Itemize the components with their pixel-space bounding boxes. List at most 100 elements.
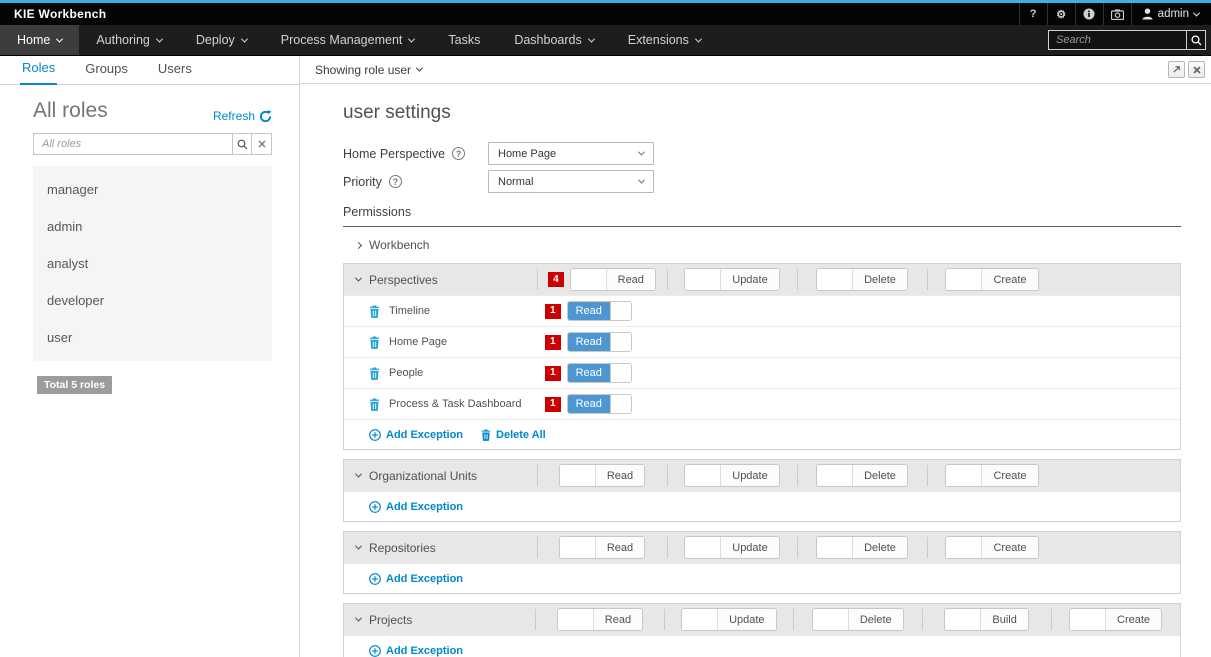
close-icon (258, 140, 266, 148)
role-list-item[interactable]: user (33, 319, 272, 356)
tab-roles[interactable]: Roles (20, 60, 57, 85)
toggle-create[interactable]: Create (945, 536, 1038, 559)
trash-icon[interactable] (369, 336, 380, 349)
toggle-update[interactable]: Update (684, 464, 779, 487)
help-icon[interactable]: ? (389, 175, 402, 188)
toggle-build[interactable]: Build (944, 608, 1028, 631)
nav-item-extensions[interactable]: Extensions (611, 25, 718, 55)
refresh-link[interactable]: Refresh (213, 109, 272, 123)
toggle-delete[interactable]: Delete (816, 536, 908, 559)
section-perspectives-toggle[interactable]: Perspectives (344, 264, 537, 295)
chevron-down-icon (355, 471, 362, 478)
section-organizational-units: Organizational Units Read Update Delete … (343, 459, 1181, 522)
search-icon (237, 139, 248, 150)
search-input[interactable] (1048, 30, 1186, 50)
section-projects-toggle[interactable]: Projects (344, 604, 535, 635)
chevron-down-icon (355, 615, 362, 622)
total-roles-badge: Total 5 roles (37, 376, 112, 394)
toggle-read[interactable]: Read (567, 332, 632, 352)
chevron-down-icon (408, 35, 415, 42)
home-perspective-select[interactable]: Home Page (488, 142, 654, 165)
tab-users[interactable]: Users (156, 61, 194, 84)
user-menu[interactable]: admin (1131, 3, 1211, 25)
plus-circle-icon (369, 645, 381, 657)
exception-row: Timeline 1 Read (344, 295, 1180, 326)
roles-filter-input[interactable] (33, 133, 232, 155)
toggle-create[interactable]: Create (945, 268, 1038, 291)
chevron-down-icon (156, 35, 163, 42)
filter-clear-button[interactable] (252, 133, 272, 155)
expand-icon (1172, 65, 1181, 74)
role-list-item[interactable]: admin (33, 208, 272, 245)
priority-select[interactable]: Normal (488, 170, 654, 193)
toggle-read[interactable]: Read (567, 394, 632, 414)
section-projects: Projects Read Update Delete Build Create (343, 603, 1181, 657)
section-organizational-units-toggle[interactable]: Organizational Units (344, 460, 537, 491)
toggle-read[interactable]: Read (559, 536, 645, 559)
main-navbar: Home Authoring Deploy Process Management… (0, 25, 1211, 56)
add-exception-link[interactable]: Add Exception (369, 573, 463, 585)
search-button[interactable] (1186, 30, 1206, 50)
masthead-actions: ? ⚙ admin (1019, 3, 1211, 25)
role-list: manager admin analyst developer user (33, 166, 272, 361)
toggle-read[interactable]: Read (559, 464, 645, 487)
tree-node-workbench[interactable]: Workbench (343, 227, 1181, 263)
chevron-right-icon (355, 241, 362, 248)
chevron-down-icon (1193, 9, 1200, 16)
toggle-delete[interactable]: Delete (816, 268, 908, 291)
plus-circle-icon (369, 573, 381, 585)
info-icon[interactable] (1075, 3, 1103, 25)
nav-item-deploy[interactable]: Deploy (179, 25, 264, 55)
toggle-read[interactable]: Read (567, 363, 632, 383)
add-exception-link[interactable]: Add Exception (369, 645, 463, 657)
user-name: admin (1158, 8, 1189, 20)
exception-row: Home Page 1 Read (344, 326, 1180, 357)
chevron-down-icon (416, 65, 423, 72)
exception-count-badge: 4 (548, 272, 564, 287)
toggle-update[interactable]: Update (681, 608, 776, 631)
expand-button[interactable] (1168, 61, 1185, 78)
role-list-item[interactable]: manager (33, 171, 272, 208)
nav-item-home[interactable]: Home (0, 25, 79, 55)
priority-field: Priority ? Normal (343, 170, 1181, 193)
chevron-down-icon (638, 149, 645, 156)
help-icon[interactable]: ? (452, 147, 465, 160)
delete-all-link[interactable]: Delete All (481, 429, 546, 441)
navbar-search (1048, 25, 1211, 55)
gear-icon[interactable]: ⚙ (1047, 3, 1075, 25)
toggle-delete[interactable]: Delete (816, 464, 908, 487)
filter-search-button[interactable] (232, 133, 252, 155)
toggle-read[interactable]: Read (570, 268, 656, 291)
toggle-update[interactable]: Update (684, 268, 779, 291)
section-repositories: Repositories Read Update Delete Create A… (343, 531, 1181, 594)
chevron-down-icon (355, 275, 362, 282)
toggle-create[interactable]: Create (945, 464, 1038, 487)
nav-item-dashboards[interactable]: Dashboards (497, 25, 610, 55)
nav-item-process-management[interactable]: Process Management (264, 25, 432, 55)
nav-item-authoring[interactable]: Authoring (79, 25, 179, 55)
sidebar-tabs: Roles Groups Users (0, 56, 299, 85)
toggle-delete[interactable]: Delete (812, 608, 904, 631)
toggle-create[interactable]: Create (1069, 608, 1162, 631)
tab-groups[interactable]: Groups (83, 61, 130, 84)
trash-icon[interactable] (369, 305, 380, 318)
trash-icon[interactable] (369, 398, 380, 411)
panel-title-dropdown[interactable]: Showing role user (315, 63, 422, 77)
add-exception-link[interactable]: Add Exception (369, 501, 463, 513)
section-repositories-toggle[interactable]: Repositories (344, 532, 537, 563)
close-button[interactable] (1188, 61, 1205, 78)
permission-count-badge: 1 (545, 335, 561, 350)
toggle-update[interactable]: Update (684, 536, 779, 559)
trash-icon[interactable] (369, 367, 380, 380)
add-exception-link[interactable]: Add Exception (369, 429, 463, 441)
role-list-item[interactable]: developer (33, 282, 272, 319)
toggle-read[interactable]: Read (557, 608, 643, 631)
help-icon[interactable]: ? (1019, 3, 1047, 25)
camera-icon[interactable] (1103, 3, 1131, 25)
toggle-read[interactable]: Read (567, 301, 632, 321)
section-perspectives: Perspectives 4 Read Update Delete Create (343, 263, 1181, 450)
search-icon (1191, 35, 1202, 46)
permissions-label: Permissions (343, 205, 1181, 227)
role-list-item[interactable]: analyst (33, 245, 272, 282)
nav-item-tasks[interactable]: Tasks (431, 25, 497, 55)
